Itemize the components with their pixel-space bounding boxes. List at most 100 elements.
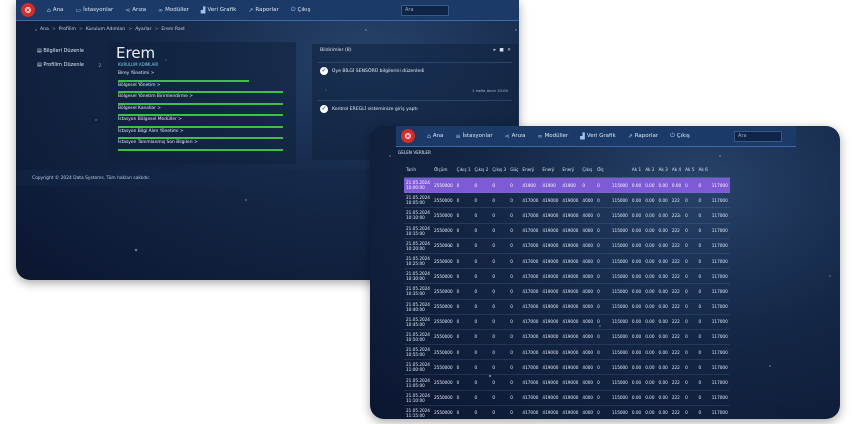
sidebar-item[interactable]: ▤ Bilgileri Düzenle [33, 44, 105, 58]
column-header[interactable]: Ak 3 [656, 162, 670, 178]
notification-item[interactable]: ✓ Üye BİLGİ SENSÖRÜ bilgilerini düzenledi… [318, 62, 512, 99]
table-row[interactable]: 21.05.2024 10:35:00 2550000 0 0 0 0 417000 4190… [404, 283, 730, 300]
nav-item[interactable]: ∞ Modüller [531, 133, 574, 140]
table-cell: 0 [454, 268, 473, 285]
table-cell: 0 [454, 405, 473, 419]
table-cell: 0 [696, 268, 710, 285]
table-cell: 419000 [560, 268, 581, 285]
table-row[interactable]: 21.05.2024 10:20:00 2550000 0 0 0 0 417000 4190… [404, 238, 730, 254]
notifications-toolbar[interactable]: ▸ ■ ✕ [494, 48, 512, 53]
sidebar-item[interactable]: ▤ Profilim Düzenle 2 [33, 58, 105, 72]
table-cell: 222 [669, 253, 684, 270]
nav-item[interactable]: ⌂ Ana [41, 7, 69, 14]
table-row[interactable]: 21.05.2024 10:40:00 2550000 0 0 0 0 417000 4190… [404, 299, 730, 315]
search-input[interactable]: Ara [734, 130, 782, 142]
breadcrumb-item[interactable]: Profilim [59, 27, 76, 32]
table-row[interactable]: 21.05.2024 10:15:00 2550000 0 0 0 0 417000 4190… [404, 223, 730, 239]
table-cell: 117000 [709, 314, 730, 330]
table-row[interactable]: 21.05.2024 10:00:00 2550000 0 0 0 0 41900 41900… [404, 177, 730, 194]
table-row[interactable]: 21.05.2024 10:25:00 2550000 0 0 0 0 417000 4190… [404, 253, 730, 270]
search-input[interactable]: Ara [401, 4, 449, 16]
nav-item[interactable]: ⋖ Arıza [499, 133, 532, 140]
checklist-item[interactable]: Bölgesel Yönetim Birimlendirme > [118, 94, 286, 106]
table-cell: 417000 [520, 390, 541, 406]
column-header[interactable]: Ak 1 [629, 162, 644, 178]
list-icon: ≡ [455, 132, 461, 140]
table-cell: 0.00 [656, 268, 670, 285]
checklist-item[interactable]: Bölgesel Yönetim > [118, 83, 286, 95]
nav-item[interactable]: ▟ Veri Grafik [195, 7, 242, 14]
table-row[interactable]: 21.05.2024 11:00:00 2550000 0 0 0 0 417000 4190… [404, 359, 730, 376]
column-header[interactable] [709, 162, 730, 178]
breadcrumb-item[interactable]: Ayarlar [135, 27, 151, 32]
checklist-item[interactable]: İstasyon Bilgi Alım Yönetimi > [118, 129, 286, 141]
table-cell: 0 [508, 177, 521, 194]
column-header[interactable]: Ak 2 [643, 162, 657, 178]
table-row[interactable]: 21.05.2024 11:15:00 2550000 0 0 0 0 417000 4190… [404, 405, 730, 419]
table-row[interactable]: 21.05.2024 10:50:00 2550000 0 0 0 0 417000 4190… [404, 329, 730, 346]
checklist-item[interactable]: Bölgesel Kanallar > [118, 106, 286, 118]
column-header[interactable]: Enerji [520, 162, 541, 178]
nav-item[interactable]: ▟ Veri Grafik [574, 133, 621, 140]
nav-item[interactable]: ▭ İstasyonlar [69, 7, 119, 14]
table-row[interactable]: 21.05.2024 10:05:00 2550000 0 0 0 0 417000 4190… [404, 192, 730, 209]
column-header[interactable]: Enerji [540, 162, 561, 178]
column-header[interactable]: Ak 4 [669, 162, 684, 178]
breadcrumb-separator: > [51, 27, 56, 32]
nav-item[interactable]: ⌂ Ana [421, 133, 449, 140]
brand-logo[interactable]: ❂ [401, 129, 415, 143]
column-header[interactable]: Enerji [560, 162, 581, 178]
nav-item[interactable]: ∞ Modüller [152, 7, 195, 14]
top-navbar: ❂ ⌂ Ana ≡ İstasyonlar ⋖ Arıza ∞ Modüller ▟ Veri G… [396, 126, 796, 147]
table-cell: 117000 [709, 283, 730, 300]
table-row[interactable]: 21.05.2024 10:10:00 2550000 0 0 0 0 417000 4190… [404, 207, 730, 224]
table-cell: 0 [683, 390, 697, 406]
table-cell: 21.05.2024 11:15:00 [404, 405, 432, 419]
column-header[interactable]: Ölç [595, 162, 606, 178]
column-header[interactable]: Çıkış 2 [472, 162, 491, 178]
checklist-item[interactable]: İstasyon Tanımlanmış Son Bilgileri > [118, 140, 286, 152]
table-cell: 0 [595, 177, 606, 194]
table-row[interactable]: 21.05.2024 10:45:00 2550000 0 0 0 0 417000 4190… [404, 314, 730, 330]
nav-item[interactable]: ⏻ Çıkış [664, 132, 696, 140]
table-cell: 0 [454, 374, 473, 391]
table-row[interactable]: 21.05.2024 10:30:00 2550000 0 0 0 0 417000 4190… [404, 268, 730, 285]
table-cell: 419000 [540, 238, 561, 254]
table-cell: 0.00 [643, 344, 657, 361]
table-cell: 0 [696, 329, 710, 346]
table-cell: 2550000 [431, 344, 455, 361]
breadcrumb-item[interactable]: Ana [40, 27, 49, 32]
column-header[interactable]: Çıkış [580, 162, 596, 178]
column-header[interactable]: Çıkış 1 [454, 162, 473, 178]
table-cell: 115000 [609, 207, 630, 224]
checklist-item[interactable]: İstasyon Bölgesel Modüller > [118, 117, 286, 129]
column-header[interactable] [609, 162, 630, 178]
table-cell: 0.00 [643, 283, 657, 300]
column-header[interactable]: Güç [508, 162, 521, 178]
table-cell: 417000 [520, 207, 541, 224]
column-header[interactable]: Çıkış 3 [490, 162, 509, 178]
nav-item-label: Arıza [511, 133, 526, 139]
column-header[interactable]: Ak 5 [683, 162, 697, 178]
brand-logo[interactable]: ❂ [21, 3, 35, 17]
table-row[interactable]: 21.05.2024 10:55:00 2550000 0 0 0 0 417000 4190… [404, 344, 730, 361]
table-cell: 21.05.2024 10:10:00 [404, 207, 432, 224]
nav-item[interactable]: ↗ Raporlar [242, 7, 284, 14]
table-cell: 419000 [560, 192, 581, 209]
table-cell: 2550000 [431, 374, 455, 391]
table-row[interactable]: 21.05.2024 11:05:00 2550000 0 0 0 0 417000 4190… [404, 374, 730, 391]
column-header[interactable]: Ak 6 [696, 162, 710, 178]
breadcrumb-item[interactable]: Kurulum Adımları [86, 27, 126, 32]
breadcrumb-item[interactable]: Erem Rast [161, 27, 185, 32]
nav-item[interactable]: ↗ Raporlar [622, 133, 664, 140]
nav-item[interactable]: ⋖ Arıza [119, 7, 152, 14]
sidebar-item-label: ▤ Profilim Düzenle [37, 62, 84, 68]
column-header[interactable]: Ölçüm [431, 162, 455, 178]
data-table-window: ❂ ⌂ Ana ≡ İstasyonlar ⋖ Arıza ∞ Modüller ▟ Veri G… [370, 126, 840, 419]
nav-item[interactable]: ≡ İstasyonlar [449, 133, 498, 140]
nav-item[interactable]: ⏻ Çıkış [285, 6, 317, 14]
table-row[interactable]: 21.05.2024 11:10:00 2550000 0 0 0 0 417000 4190… [404, 390, 730, 406]
column-header[interactable]: Tarih [404, 162, 432, 178]
checklist-item[interactable]: Birey Yönetimi > [118, 71, 286, 83]
table-cell: 0 [454, 299, 473, 315]
